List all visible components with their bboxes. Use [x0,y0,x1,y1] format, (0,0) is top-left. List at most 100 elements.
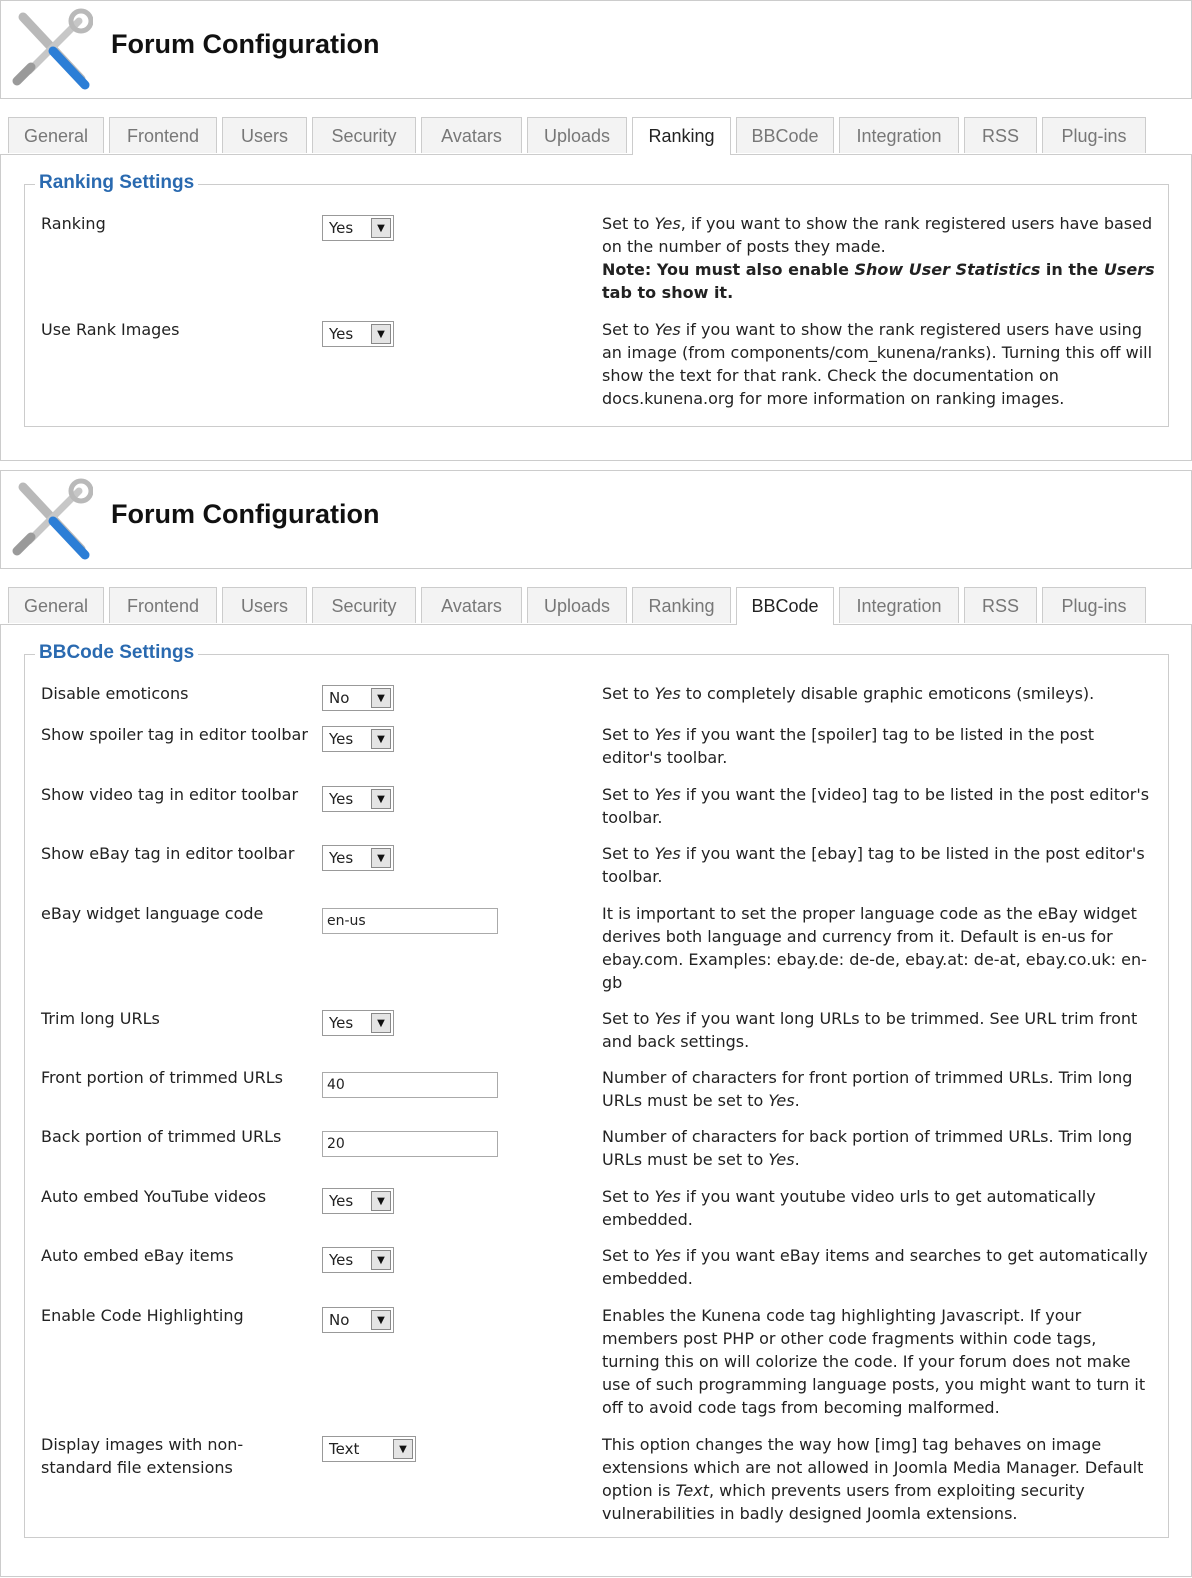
chevron-down-icon[interactable]: ▼ [371,324,391,344]
bbcode-settings-fieldset: BBCode Settings Disable emoticons No ▼ Set … [24,642,1169,1538]
tab-security[interactable]: Security [312,587,416,623]
bbcode-tab-bar: General Frontend Users Security Avatars … [8,587,1192,625]
tab-uploads[interactable]: Uploads [527,587,627,623]
setting-text-input[interactable]: 20 [322,1131,498,1157]
tab-frontend[interactable]: Frontend [109,587,217,623]
setting-label: Show eBay tag in editor toolbar [41,844,295,863]
setting-text-input[interactable]: en-us [322,908,498,934]
setting-select[interactable]: No ▼ [322,1307,394,1333]
setting-select[interactable]: Yes ▼ [322,1188,394,1214]
ranking-tab-bar: General Frontend Users Security Avatars … [8,117,1192,155]
select-value: Yes [329,219,354,237]
select-value: Yes [329,790,354,808]
tools-wrench-screwdriver-icon [12,478,93,560]
note-text: Note: You must also enable Show User Sta… [602,260,1155,302]
ranking-select[interactable]: Yes ▼ [322,215,394,241]
tab-integration[interactable]: Integration [839,117,959,153]
setting-label: Ranking [41,214,106,233]
ranking-page-header: Forum Configuration [0,0,1192,99]
setting-description: Set to Yes if you want the [spoiler] tag… [602,725,1095,767]
setting-label: Disable emoticons [41,684,189,703]
tab-integration[interactable]: Integration [839,587,959,623]
setting-select[interactable]: Yes ▼ [322,726,394,752]
setting-label: eBay widget language code [41,904,264,923]
setting-description: Set to Yes if you want to show the rank … [602,320,1153,408]
tab-rss[interactable]: RSS [964,587,1037,623]
tab-ranking[interactable]: Ranking [632,117,731,155]
chevron-down-icon[interactable]: ▼ [393,1439,413,1459]
ranking-panel: Ranking Settings Ranking Yes ▼ Set to Ye… [0,155,1192,461]
tab-users[interactable]: Users [222,587,307,623]
tab-avatars[interactable]: Avatars [421,117,522,153]
setting-label: Use Rank Images [41,320,180,339]
chevron-down-icon[interactable]: ▼ [371,688,391,708]
bbcode-settings-legend: BBCode Settings [35,642,199,664]
setting-label: Show spoiler tag in editor toolbar [41,725,308,744]
setting-description: Set to Yes if you want the [video] tag t… [602,785,1150,827]
tab-general[interactable]: General [8,587,104,623]
select-value: Yes [329,1192,354,1210]
select-value: Text [329,1440,360,1458]
ranking-settings-fieldset: Ranking Settings Ranking Yes ▼ Set to Ye… [24,172,1169,427]
tab-general[interactable]: General [8,117,104,153]
ranking-settings-legend: Ranking Settings [35,172,199,194]
setting-description: Set to Yes if you want eBay items and se… [602,1246,1148,1288]
setting-label: Trim long URLs [41,1009,160,1028]
setting-description: Number of characters for front portion o… [602,1068,1133,1110]
tab-users[interactable]: Users [222,117,307,153]
setting-select[interactable]: Yes ▼ [322,1247,394,1273]
select-value: Yes [329,730,354,748]
use-rank-images-select[interactable]: Yes ▼ [322,321,394,347]
chevron-down-icon[interactable]: ▼ [371,729,391,749]
page-title: Forum Configuration [111,29,380,59]
chevron-down-icon[interactable]: ▼ [371,218,391,238]
setting-text-input[interactable]: 40 [322,1072,498,1098]
setting-description: Set to Yes if you want youtube video url… [602,1187,1096,1229]
setting-description: This option changes the way how [img] ta… [602,1435,1144,1523]
tab-avatars[interactable]: Avatars [421,587,522,623]
setting-select[interactable]: Yes ▼ [322,845,394,871]
setting-description: Set to Yes to completely disable graphic… [602,684,1095,703]
setting-label: Front portion of trimmed URLs [41,1068,283,1087]
chevron-down-icon[interactable]: ▼ [371,1013,391,1033]
setting-label: Enable Code Highlighting [41,1306,244,1325]
select-value: No [329,689,350,707]
select-value: Yes [329,1014,354,1032]
tab-security[interactable]: Security [312,117,416,153]
setting-select[interactable]: Yes ▼ [322,1010,394,1036]
chevron-down-icon[interactable]: ▼ [371,789,391,809]
tab-rss[interactable]: RSS [964,117,1037,153]
tab-uploads[interactable]: Uploads [527,117,627,153]
setting-label: Display images with non-standard file ex… [41,1435,244,1477]
tab-bbcode[interactable]: BBCode [736,117,834,153]
tools-wrench-screwdriver-icon [12,8,93,90]
bbcode-page-header: Forum Configuration [0,470,1192,569]
setting-label: Back portion of trimmed URLs [41,1127,282,1146]
page-title: Forum Configuration [111,499,380,529]
tab-ranking[interactable]: Ranking [632,587,731,623]
select-value: Yes [329,849,354,867]
setting-description: Number of characters for back portion of… [602,1127,1133,1169]
setting-description: Set to Yes if you want the [ebay] tag to… [602,844,1145,886]
setting-description: Enables the Kunena code tag highlighting… [602,1306,1146,1417]
setting-label: Show video tag in editor toolbar [41,785,299,804]
setting-description: Set to Yes, if you want to show the rank… [602,214,1155,302]
setting-label: Auto embed YouTube videos [41,1187,267,1206]
tab-plugins[interactable]: Plug-ins [1042,587,1146,623]
tab-bbcode[interactable]: BBCode [736,587,834,625]
setting-description: Set to Yes if you want long URLs to be t… [602,1009,1138,1051]
tab-plugins[interactable]: Plug-ins [1042,117,1146,153]
setting-description: It is important to set the proper langua… [602,904,1147,992]
select-value: Yes [329,1251,354,1269]
setting-select[interactable]: Yes ▼ [322,786,394,812]
chevron-down-icon[interactable]: ▼ [371,1310,391,1330]
select-value: No [329,1311,350,1329]
select-value: Yes [329,325,354,343]
setting-select[interactable]: No ▼ [322,685,394,711]
tab-frontend[interactable]: Frontend [109,117,217,153]
chevron-down-icon[interactable]: ▼ [371,1250,391,1270]
chevron-down-icon[interactable]: ▼ [371,848,391,868]
bbcode-panel: BBCode Settings Disable emoticons No ▼ Set … [0,625,1192,1577]
chevron-down-icon[interactable]: ▼ [371,1191,391,1211]
setting-select[interactable]: Text ▼ [322,1436,416,1462]
